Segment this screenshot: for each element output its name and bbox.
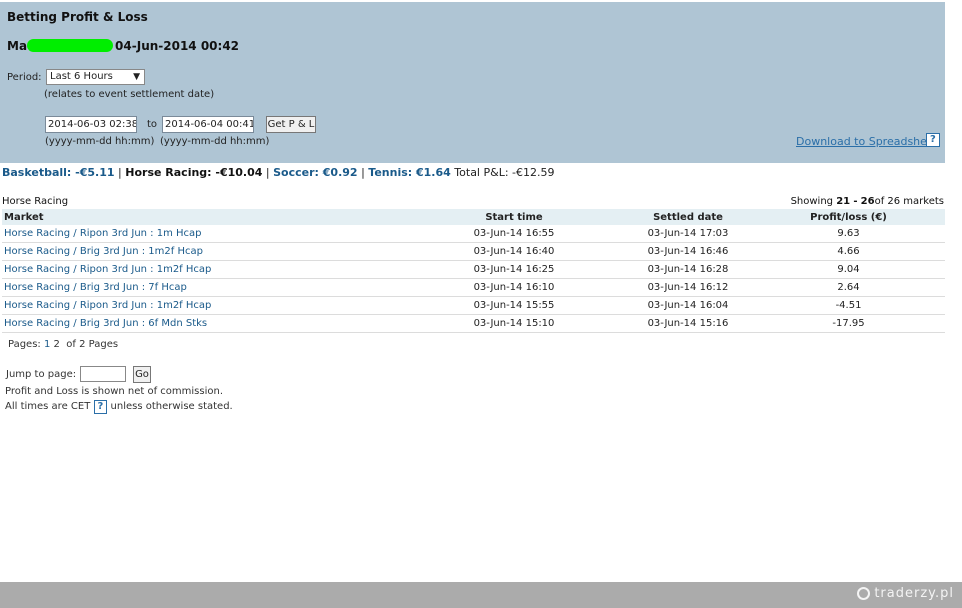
total-pl-value: -€12.59 [512,166,555,179]
market-link[interactable]: Horse Racing / Brig 3rd Jun : 1m2f Hcap [4,246,203,257]
market-link[interactable]: Horse Racing / Ripon 3rd Jun : 1m2f Hcap [4,264,211,275]
range-dash: - [853,196,858,207]
sport-current-horse-racing: Horse Racing: -€10.04 [125,166,263,179]
sport-link-soccer[interactable]: Soccer: €0.92 [273,166,357,179]
table-row: Horse Racing / Brig 3rd Jun : 7f Hcap 03… [2,278,945,297]
table-row: Horse Racing / Brig 3rd Jun : 1m2f Hcap … [2,242,945,261]
separator: | [265,166,270,179]
results-count: Showing 21 - 26of 26 markets [791,196,944,207]
watermark-text: traderzy.pl [874,586,954,601]
start-time-cell: 03-Jun-14 15:55 [404,296,624,315]
column-header-settled-date: Settled date [624,209,752,225]
from-date-input[interactable]: 2014-06-03 02:38 [45,116,137,133]
market-link[interactable]: Horse Racing / Ripon 3rd Jun : 1m2f Hcap [4,300,211,311]
start-time-cell: 03-Jun-14 16:40 [404,242,624,261]
table-header-row: Market Start time Settled date Profit/lo… [2,209,945,225]
table-row: Horse Racing / Brig 3rd Jun : 6f Mdn Stk… [2,314,945,333]
market-link[interactable]: Horse Racing / Brig 3rd Jun : 6f Mdn Stk… [4,318,207,329]
pagination: Pages: 1 2 of 2 Pages [8,339,118,350]
pages-label: Pages: [8,339,41,350]
go-button[interactable]: Go [133,366,151,383]
commission-note: Profit and Loss is shown net of commissi… [5,386,224,397]
range-end: 26 [860,196,875,207]
account-timestamp: 04-Jun-2014 00:42 [115,39,240,53]
help-icon[interactable]: ? [926,133,940,147]
jump-to-page-input[interactable] [80,366,126,382]
account-line: Ma 04-Jun-2014 00:42 [7,39,239,53]
start-time-cell: 03-Jun-14 16:10 [404,278,624,297]
table-row: Horse Racing / Ripon 3rd Jun : 1m2f Hcap… [2,296,945,315]
page-link-1[interactable]: 1 [44,339,50,350]
sport-link-tennis[interactable]: Tennis: €1.64 [368,166,451,179]
timezone-note: All times are CET ? unless otherwise sta… [5,400,233,414]
column-header-profit-loss: Profit/loss (€) [752,209,945,225]
account-name-prefix: Ma [7,39,28,53]
download-spreadsheet-link[interactable]: Download to Spreadsheet [796,135,938,148]
help-icon[interactable]: ? [93,400,108,414]
profit-loss-cell: 9.63 [752,225,945,243]
sport-link-basketball[interactable]: Basketball: -€5.11 [2,166,115,179]
from-date-format-hint: (yyyy-mm-dd hh:mm) [45,136,155,147]
settled-date-cell: 03-Jun-14 16:04 [624,296,752,315]
table-row: Horse Racing / Ripon 3rd Jun : 1m Hcap 0… [2,225,945,243]
column-header-start-time: Start time [404,209,624,225]
results-table: Market Start time Settled date Profit/lo… [2,209,945,333]
period-select[interactable]: Last 6 Hours ▼ [46,69,145,85]
market-link[interactable]: Horse Racing / Brig 3rd Jun : 7f Hcap [4,282,187,293]
settled-date-cell: 03-Jun-14 15:16 [624,314,752,333]
profit-loss-cell: -4.51 [752,296,945,315]
logo-icon [857,587,871,600]
current-page-2: 2 [53,339,60,350]
jump-to-page-label: Jump to page: [6,369,77,380]
period-select-value: Last 6 Hours [50,71,113,82]
period-label: Period: [7,72,42,83]
period-hint: (relates to event settlement date) [44,89,215,100]
profit-loss-cell: 4.66 [752,242,945,261]
table-row: Horse Racing / Ripon 3rd Jun : 1m2f Hcap… [2,260,945,279]
profit-loss-cell: -17.95 [752,314,945,333]
start-time-cell: 03-Jun-14 16:25 [404,260,624,279]
to-date-input[interactable]: 2014-06-04 00:41 [162,116,254,133]
market-link[interactable]: Horse Racing / Ripon 3rd Jun : 1m Hcap [4,228,202,239]
get-pl-button[interactable]: Get P & L [266,116,316,133]
to-label: to [147,119,158,130]
showing-suffix: of 26 markets [874,196,944,207]
separator: | [118,166,122,179]
redaction-mark [27,39,114,52]
profit-loss-cell: 9.04 [752,260,945,279]
footer-bar: traderzy.pl [0,582,962,608]
section-title: Horse Racing [2,196,69,207]
page-title: Betting Profit & Loss [7,10,148,24]
start-time-cell: 03-Jun-14 15:10 [404,314,624,333]
column-header-market: Market [2,209,404,225]
pl-filter-panel: Betting Profit & Loss Ma 04-Jun-2014 00:4… [0,2,945,163]
settled-date-cell: 03-Jun-14 17:03 [624,225,752,243]
sport-totals-bar: Basketball: -€5.11 | Horse Racing: -€10.… [2,166,555,179]
timezone-prefix: All times are CET [5,401,91,412]
profit-loss-cell: 2.64 [752,278,945,297]
start-time-cell: 03-Jun-14 16:55 [404,225,624,243]
settled-date-cell: 03-Jun-14 16:12 [624,278,752,297]
pages-total: of 2 Pages [66,339,119,350]
to-date-format-hint: (yyyy-mm-dd hh:mm) [160,136,270,147]
timezone-suffix: unless otherwise stated. [110,401,233,412]
range-start: 21 [836,196,851,207]
watermark-logo: traderzy.pl [857,586,954,601]
total-pl-label: Total P&L: [454,166,509,179]
dropdown-arrow-icon: ▼ [133,72,140,82]
separator: | [361,166,365,179]
settled-date-cell: 03-Jun-14 16:46 [624,242,752,261]
settled-date-cell: 03-Jun-14 16:28 [624,260,752,279]
showing-prefix: Showing [790,196,834,207]
